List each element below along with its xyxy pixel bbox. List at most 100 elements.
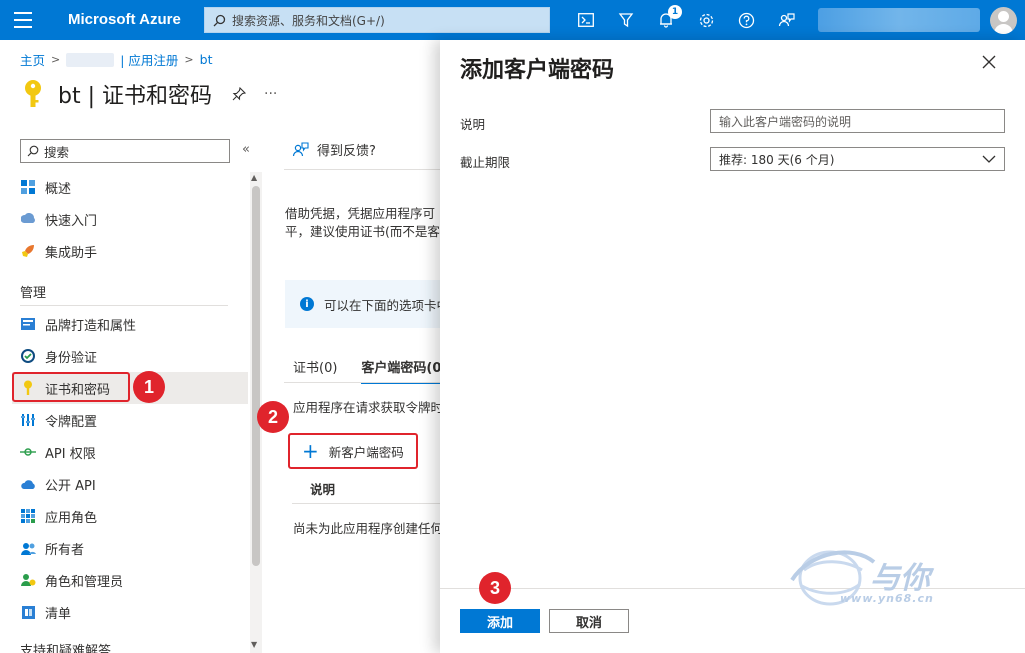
expires-label: 截止期限 — [460, 155, 511, 170]
feedback-person-icon — [292, 141, 309, 156]
scroll-up-icon[interactable]: ▲ — [251, 173, 257, 182]
nav-item-overview[interactable]: 概述 — [12, 171, 248, 203]
expires-dropdown[interactable]: 推荐: 180 天(6 个月) — [710, 147, 1005, 171]
hamburger-menu-icon[interactable] — [14, 12, 32, 28]
roles-admins-icon — [20, 572, 36, 588]
cancel-button[interactable]: 取消 — [549, 609, 629, 633]
info-text: 可以在下面的选项卡中 — [324, 297, 445, 313]
nav-item-integration-assistant[interactable]: 集成助手 — [12, 235, 248, 267]
expires-value: 推荐: 180 天(6 个月) — [719, 152, 835, 167]
intro-text: 借助凭据，凭据应用程序可 平，建议使用证书(而不是客 — [285, 205, 445, 241]
add-button[interactable]: 添加 — [460, 609, 540, 633]
nav-section-support: 支持和疑难解答 — [20, 644, 112, 653]
global-search-placeholder: 搜索资源、服务和文档(G+/) — [232, 13, 385, 28]
api-permissions-icon — [20, 444, 36, 460]
nav-item-label: 身份验证 — [45, 350, 98, 366]
search-icon — [213, 14, 226, 26]
page-header: bt | 证书和密码 ··· — [22, 78, 277, 110]
info-bar: i 可以在下面的选项卡中 — [285, 280, 445, 328]
chevron-right-icon: > — [184, 53, 194, 66]
breadcrumb-home[interactable]: 主页 — [20, 50, 45, 69]
nav-scrollbar-thumb[interactable] — [252, 186, 260, 566]
main-divider — [284, 169, 444, 170]
nav-item-label: 快速入门 — [45, 213, 98, 229]
branding-icon — [20, 316, 36, 332]
tab-description: 应用程序在请求获取令牌时 — [293, 400, 443, 415]
nav-item-owners[interactable]: 所有者 — [12, 532, 248, 564]
intro-line-2: 平，建议使用证书(而不是客 — [285, 224, 440, 239]
breadcrumb-app-registrations[interactable]: | 应用注册 — [120, 50, 178, 69]
brand-title[interactable]: Microsoft Azure — [68, 11, 181, 28]
nav-divider — [20, 305, 228, 306]
nav-item-label: 所有者 — [45, 542, 85, 558]
nav-item-label: API 权限 — [45, 446, 96, 462]
intro-line-1: 借助凭据，凭据应用程序可 — [285, 206, 436, 221]
cloud-shell-icon[interactable] — [566, 0, 606, 40]
help-icon[interactable] — [726, 0, 766, 40]
nav-search-placeholder: 搜索 — [44, 144, 70, 160]
tabs-divider — [284, 382, 444, 383]
more-options-icon[interactable]: ··· — [264, 86, 277, 102]
feedback-icon[interactable] — [766, 0, 806, 40]
rocket-icon — [20, 243, 36, 259]
new-client-secret-button[interactable]: + 新客户端密码 — [288, 433, 418, 469]
nav-item-label: 令牌配置 — [45, 414, 98, 430]
nav-item-label: 品牌打造和属性 — [45, 318, 137, 334]
nav-item-authentication[interactable]: 身份验证 — [12, 340, 248, 372]
watermark-text: 与你 — [870, 562, 930, 595]
notification-count-badge: 1 — [668, 5, 682, 19]
plus-icon: + — [302, 439, 319, 463]
page-title: bt | 证书和密码 — [58, 84, 212, 109]
nav-item-label: 应用角色 — [45, 510, 98, 526]
chevron-down-icon — [982, 155, 996, 163]
settings-gear-icon[interactable] — [686, 0, 726, 40]
empty-state-text: 尚未为此应用程序创建任何 — [293, 521, 443, 536]
scroll-down-icon[interactable]: ▼ — [251, 640, 257, 649]
description-input[interactable]: 输入此客户端密码的说明 — [710, 109, 1005, 133]
nav-item-label: 公开 API — [45, 478, 96, 494]
nav-item-manifest[interactable]: 清单 — [12, 596, 248, 628]
user-avatar[interactable] — [990, 7, 1017, 34]
nav-item-app-roles[interactable]: 应用角色 — [12, 500, 248, 532]
info-icon: i — [300, 297, 314, 311]
tab-certificates[interactable]: 证书(0) — [293, 357, 337, 384]
nav-search-input[interactable]: 搜索 — [20, 139, 230, 163]
nav-item-quickstart[interactable]: 快速入门 — [12, 203, 248, 235]
nav-item-token-configuration[interactable]: 令牌配置 — [12, 404, 248, 436]
breadcrumb-app[interactable]: bt — [200, 52, 213, 67]
search-icon — [27, 145, 39, 157]
notifications-icon[interactable]: 1 — [646, 0, 686, 40]
top-bar: Microsoft Azure 搜索资源、服务和文档(G+/) 1 — [0, 0, 1025, 40]
key-icon — [25, 80, 41, 107]
nav-item-branding[interactable]: 品牌打造和属性 — [12, 308, 248, 340]
column-header-description: 说明 — [310, 482, 336, 497]
description-placeholder: 输入此客户端密码的说明 — [719, 114, 852, 129]
cloud-icon — [20, 476, 36, 492]
breadcrumb: 主页 > | 应用注册 > bt — [20, 50, 212, 69]
nav-item-roles-administrators[interactable]: 角色和管理员 — [12, 564, 248, 596]
collapse-nav-icon[interactable]: « — [242, 142, 250, 157]
app-roles-icon — [20, 508, 36, 524]
step-callout-3: 3 — [479, 572, 511, 604]
authentication-icon — [20, 348, 36, 364]
watermark-url: www.yn68.cn — [840, 592, 934, 605]
highlight-box-nav — [12, 372, 130, 402]
tab-client-secrets[interactable]: 客户端密码(0) — [361, 357, 448, 384]
nav-item-expose-api[interactable]: 公开 API — [12, 468, 248, 500]
nav-item-label: 集成助手 — [45, 245, 98, 261]
owners-icon — [20, 540, 36, 556]
global-search-input[interactable]: 搜索资源、服务和文档(G+/) — [204, 7, 550, 33]
account-info-blurred[interactable] — [818, 8, 980, 32]
breadcrumb-tenant-blurred[interactable] — [66, 52, 115, 67]
manifest-icon — [20, 604, 36, 620]
nav-item-label: 概述 — [45, 181, 72, 197]
feedback-link[interactable]: 得到反馈? — [292, 140, 376, 159]
panel-title: 添加客户端密码 — [460, 58, 615, 83]
chevron-right-icon: > — [51, 53, 61, 66]
step-callout-1: 1 — [133, 371, 165, 403]
directory-filter-icon[interactable] — [606, 0, 646, 40]
nav-item-api-permissions[interactable]: API 权限 — [12, 436, 248, 468]
pin-icon[interactable] — [232, 87, 246, 101]
nav-item-label: 角色和管理员 — [45, 574, 124, 590]
close-icon[interactable] — [981, 54, 997, 70]
